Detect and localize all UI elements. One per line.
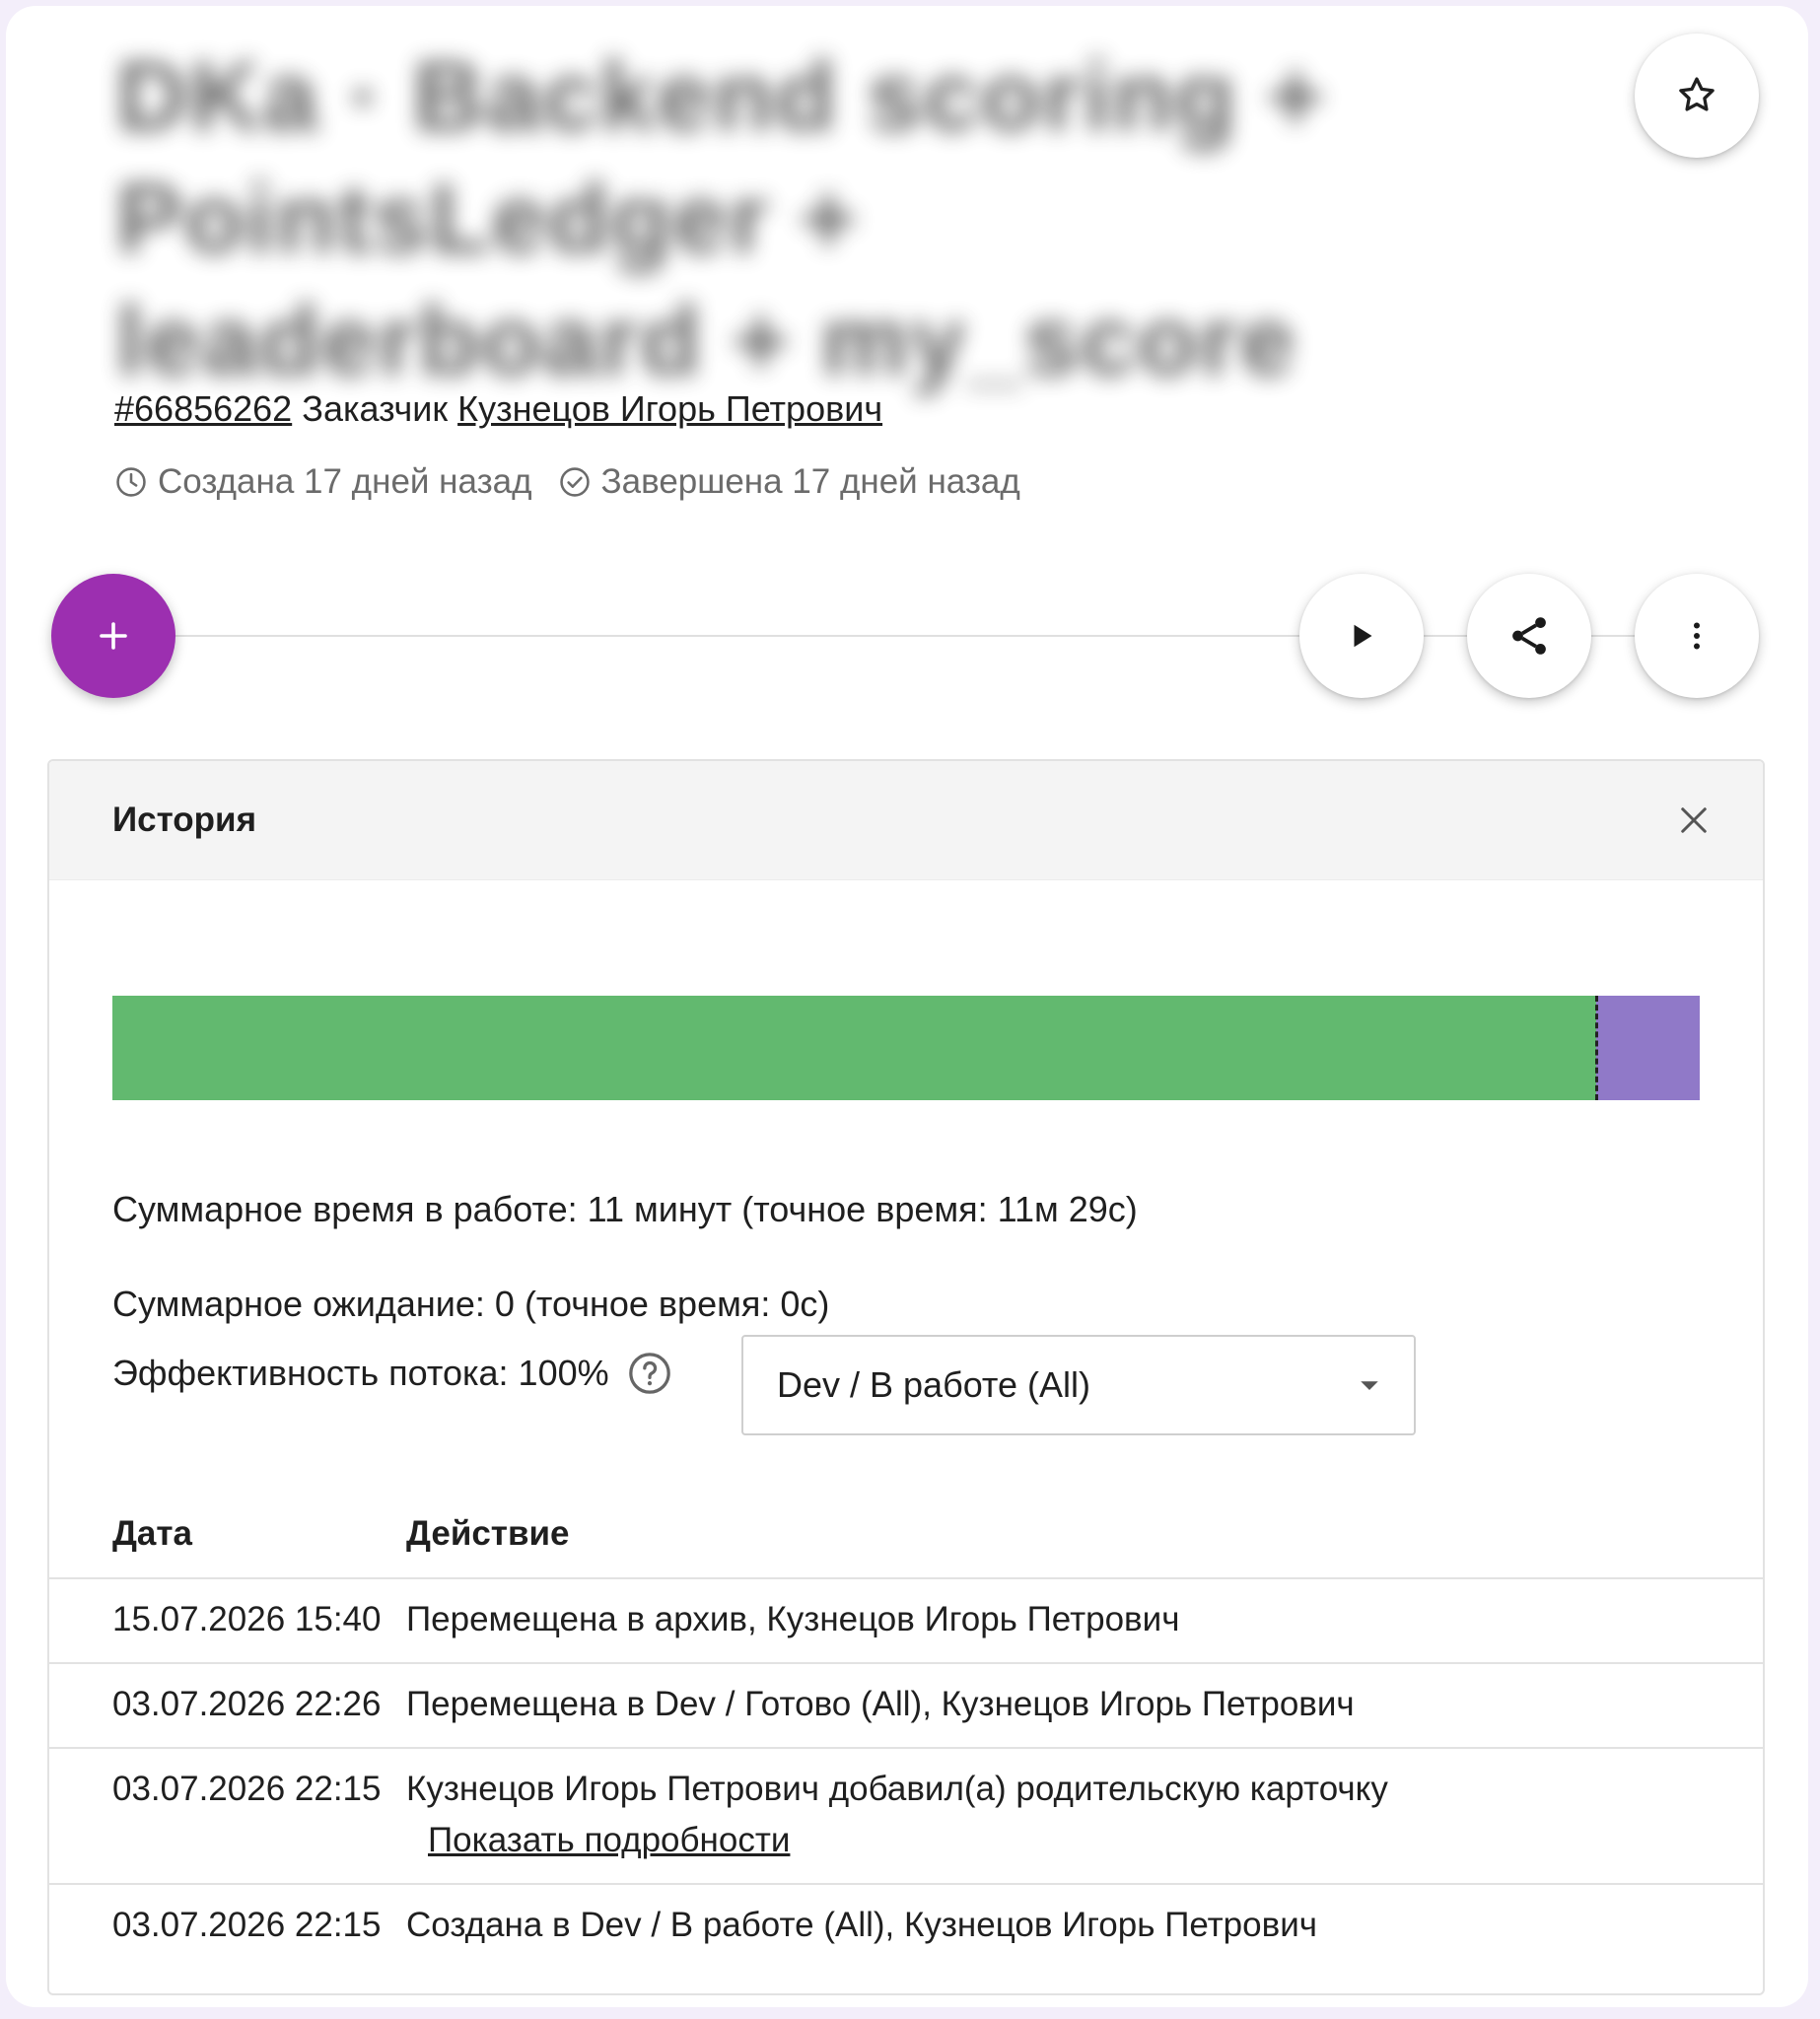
play-button[interactable] <box>1299 574 1424 698</box>
column-filter-value: Dev / В работе (All) <box>777 1364 1091 1405</box>
star-outline-icon <box>1675 74 1718 117</box>
column-filter-select[interactable]: Dev / В работе (All) <box>741 1335 1416 1435</box>
history-panel: История Суммарное время в работе: 11 мин… <box>47 759 1765 1995</box>
flow-efficiency-row: Эффективность потока: 100% <box>112 1351 672 1396</box>
check-circle-icon <box>558 465 592 499</box>
customer-link[interactable]: Кузнецов Игорь Петрович <box>457 388 882 429</box>
help-circle-icon[interactable] <box>627 1351 672 1396</box>
row-date: 03.07.2026 22:15 <box>112 1906 382 1944</box>
flow-efficiency: Эффективность потока: 100% <box>112 1353 609 1393</box>
row-action-cell: Кузнецов Игорь Петрович добавил(а) родит… <box>406 1764 1763 1866</box>
history-timeline-bar <box>112 996 1700 1100</box>
add-button[interactable] <box>51 574 175 698</box>
favorite-button[interactable] <box>1635 34 1759 158</box>
caret-down-icon <box>1355 1370 1384 1400</box>
row-action: Перемещена в архив, Кузнецов Игорь Петро… <box>406 1600 1180 1638</box>
card-meta: #66856262 Заказчик Кузнецов Игорь Петров… <box>114 386 882 432</box>
history-table-header: Дата Действие <box>49 1491 1763 1579</box>
row-action: Перемещена в Dev / Готово (All), Кузнецо… <box>406 1685 1355 1723</box>
more-vertical-icon <box>1679 618 1715 654</box>
completed-date: Завершена 17 дней назад <box>600 462 1020 501</box>
timeline-segment-done <box>1595 996 1700 1100</box>
history-table: Дата Действие 15.07.2026 15:40 Перемещен… <box>49 1491 1763 1968</box>
customer-label: Заказчик <box>302 388 449 429</box>
table-row: 15.07.2026 15:40 Перемещена в архив, Куз… <box>49 1579 1763 1664</box>
table-row: 03.07.2026 22:15 Создана в Dev / В работ… <box>49 1885 1763 1968</box>
row-date: 03.07.2026 22:15 <box>112 1770 382 1808</box>
row-action: Создана в Dev / В работе (All), Кузнецов… <box>406 1906 1317 1944</box>
total-wait-time: Суммарное ожидание: 0 (точное время: 0с) <box>112 1284 830 1324</box>
play-icon <box>1344 618 1379 654</box>
card-dates: Создана 17 дней назад Завершена 17 дней … <box>114 459 1020 505</box>
row-date: 15.07.2026 15:40 <box>112 1600 382 1638</box>
card-title: DKa · Backend scoring + PointsLedger + l… <box>116 41 1326 396</box>
history-header: История <box>49 761 1763 880</box>
date-column-header: Дата <box>112 1514 193 1553</box>
close-history-button[interactable] <box>1668 795 1719 846</box>
table-row: 03.07.2026 22:26 Перемещена в Dev / Гото… <box>49 1664 1763 1749</box>
action-column-header: Действие <box>406 1514 570 1553</box>
created-date: Создана 17 дней назад <box>158 462 532 501</box>
total-work-time: Суммарное время в работе: 11 минут (точн… <box>112 1189 1138 1229</box>
card-frame: DKa · Backend scoring + PointsLedger + l… <box>6 6 1808 2007</box>
timeline-boundary-marker <box>1594 996 1598 1100</box>
row-action: Кузнецов Игорь Петрович добавил(а) родит… <box>406 1770 1388 1808</box>
card-title-area: DKa · Backend scoring + PointsLedger + l… <box>116 35 1398 396</box>
card-id-link[interactable]: #66856262 <box>114 388 292 429</box>
row-date: 03.07.2026 22:26 <box>112 1685 382 1723</box>
table-row: 03.07.2026 22:15 Кузнецов Игорь Петрович… <box>49 1749 1763 1885</box>
plus-icon <box>96 618 131 654</box>
clock-icon <box>114 465 148 499</box>
more-button[interactable] <box>1635 574 1759 698</box>
timeline-segment-work <box>112 996 1596 1100</box>
show-details-link[interactable]: Показать подробности <box>428 1815 1733 1866</box>
history-title: История <box>112 801 256 839</box>
share-button[interactable] <box>1467 574 1591 698</box>
close-icon <box>1676 802 1712 838</box>
share-icon <box>1506 613 1552 659</box>
